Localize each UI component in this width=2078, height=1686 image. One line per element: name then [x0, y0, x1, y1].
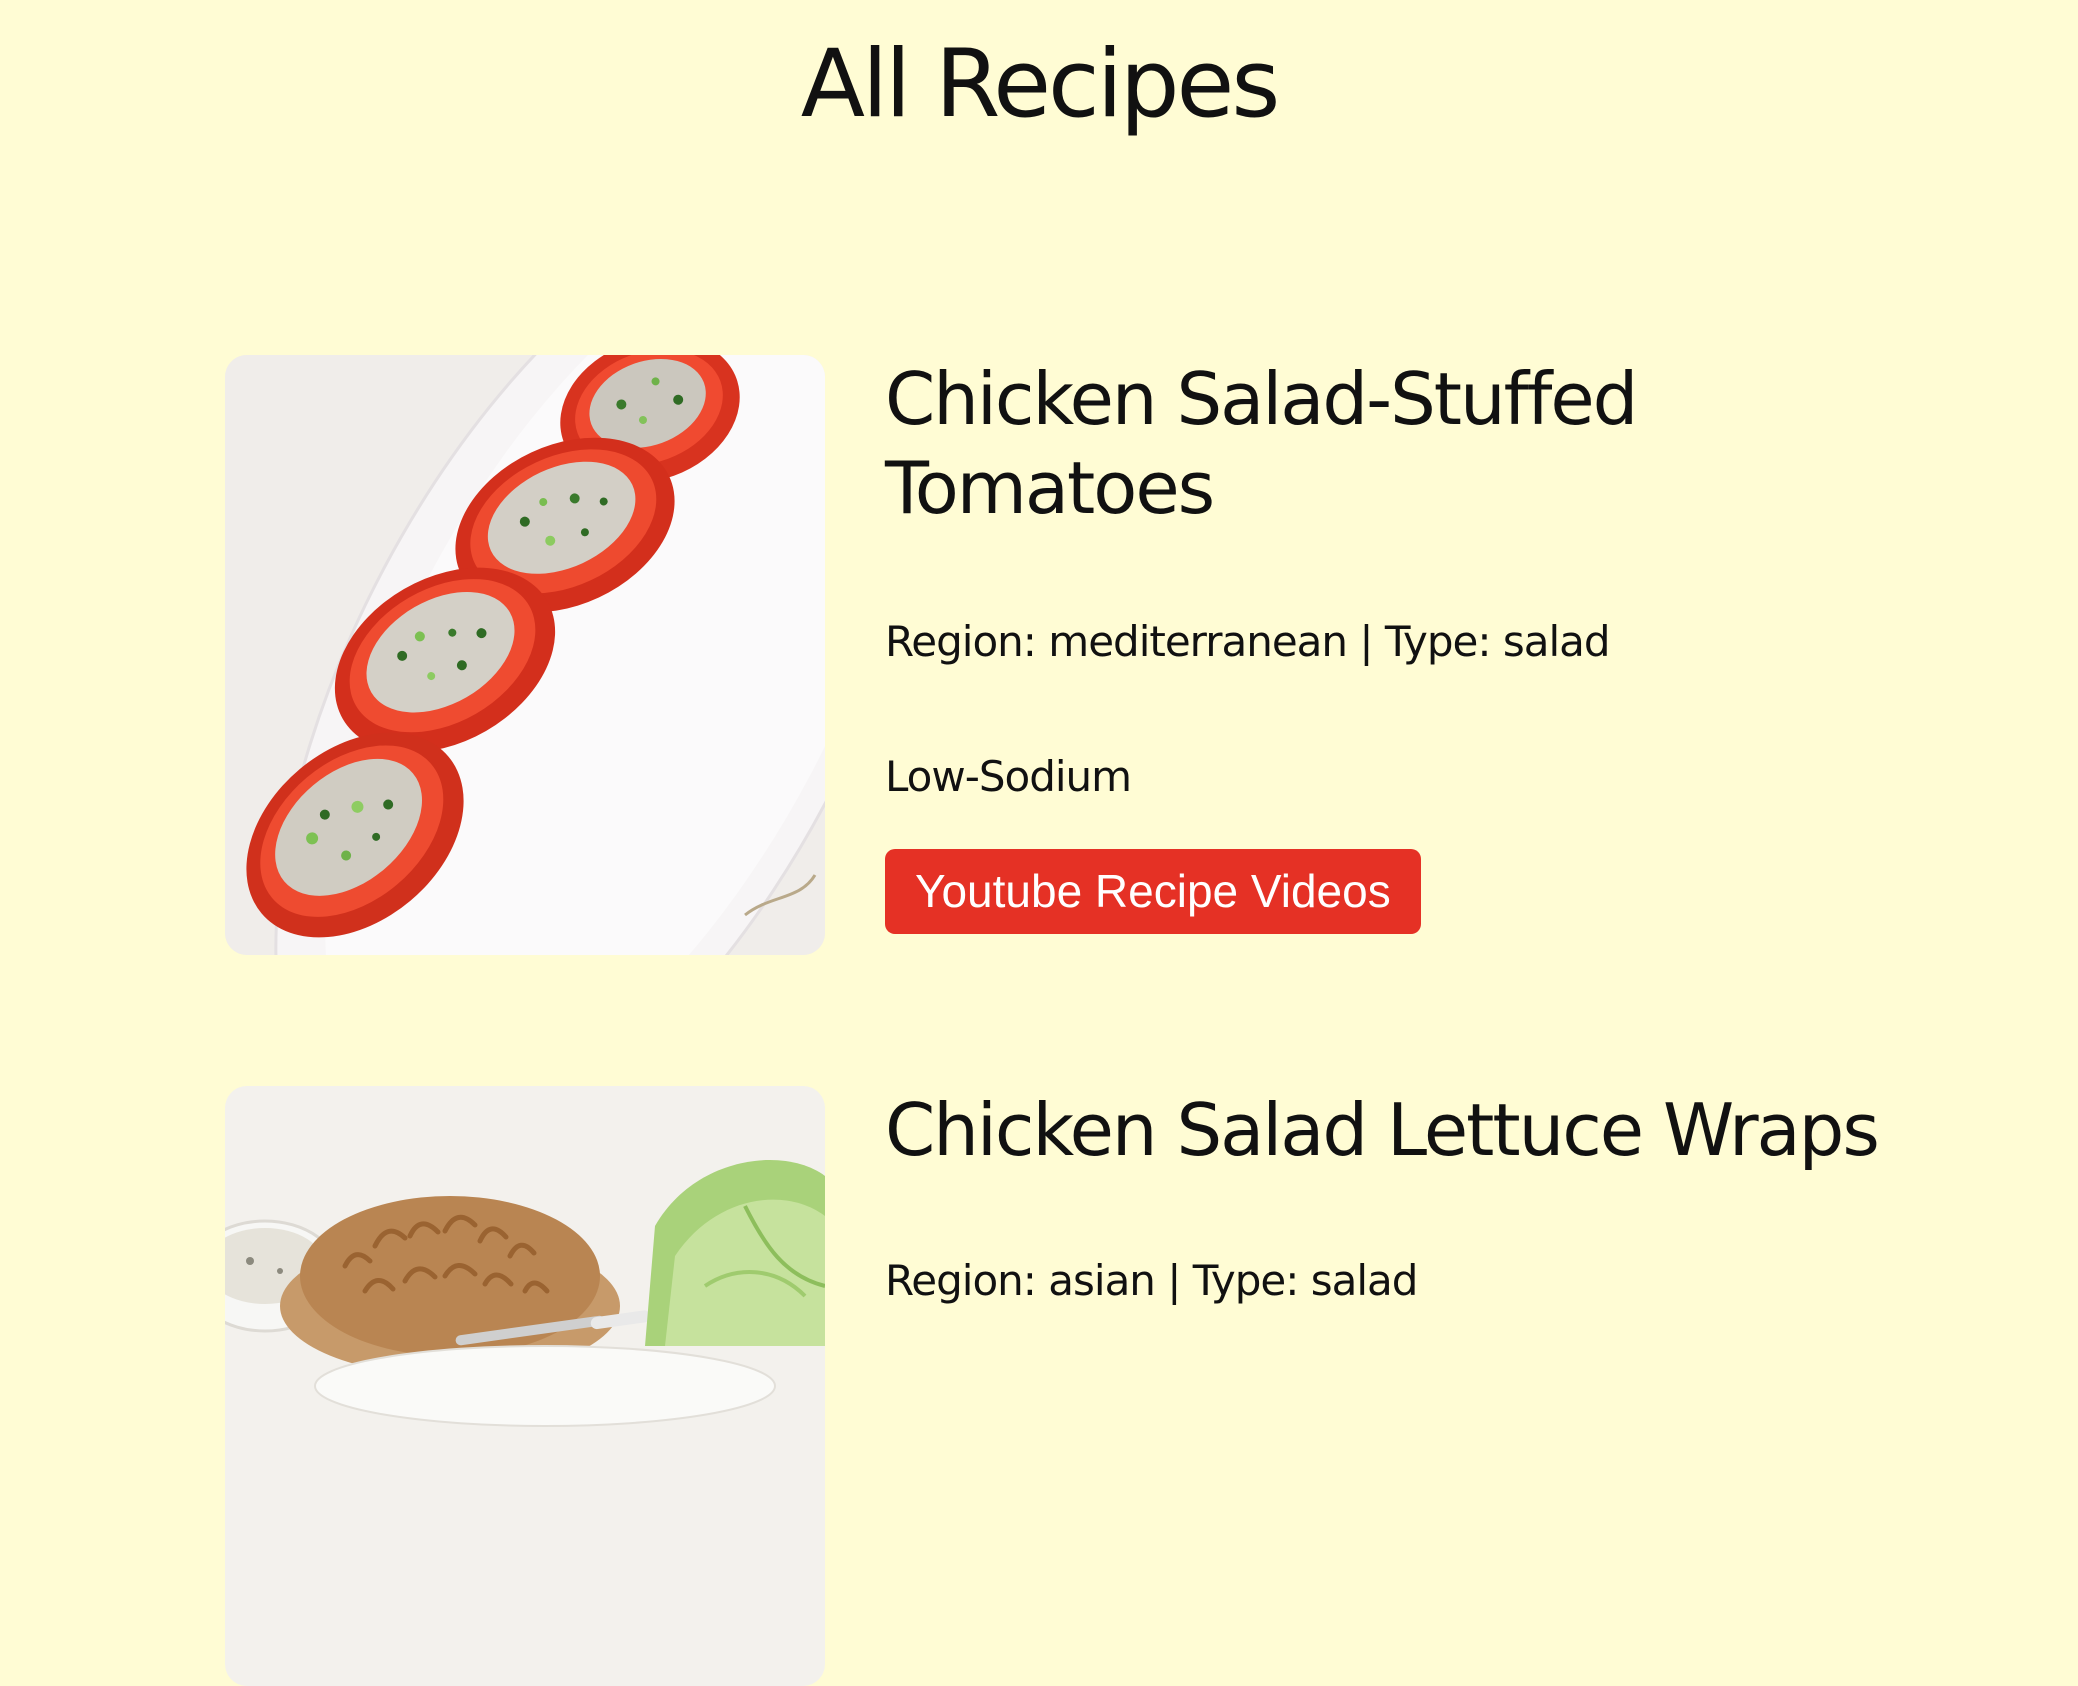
recipe-title[interactable]: Chicken Salad-Stuffed Tomatoes: [885, 355, 1945, 533]
recipe-region-type: Region: asian | Type: salad: [885, 1256, 1418, 1305]
recipe-info: Chicken Salad-Stuffed Tomatoes Region: m…: [885, 355, 1945, 934]
recipe-image[interactable]: [225, 1086, 825, 1686]
recipe-title[interactable]: Chicken Salad Lettuce Wraps: [885, 1086, 1945, 1175]
stuffed-tomatoes-photo: [225, 355, 825, 955]
recipe-info: Chicken Salad Lettuce Wraps Region: asia…: [885, 1086, 1945, 1305]
youtube-recipe-videos-button[interactable]: Youtube Recipe Videos: [885, 849, 1421, 934]
recipe-image[interactable]: [225, 355, 825, 955]
recipe-diet-label: Low-Sodium: [885, 752, 1132, 801]
page-title: All Recipes: [800, 30, 1281, 139]
recipe-region-type: Region: mediterranean | Type: salad: [885, 617, 1611, 666]
lettuce-wraps-photo: [225, 1086, 825, 1686]
